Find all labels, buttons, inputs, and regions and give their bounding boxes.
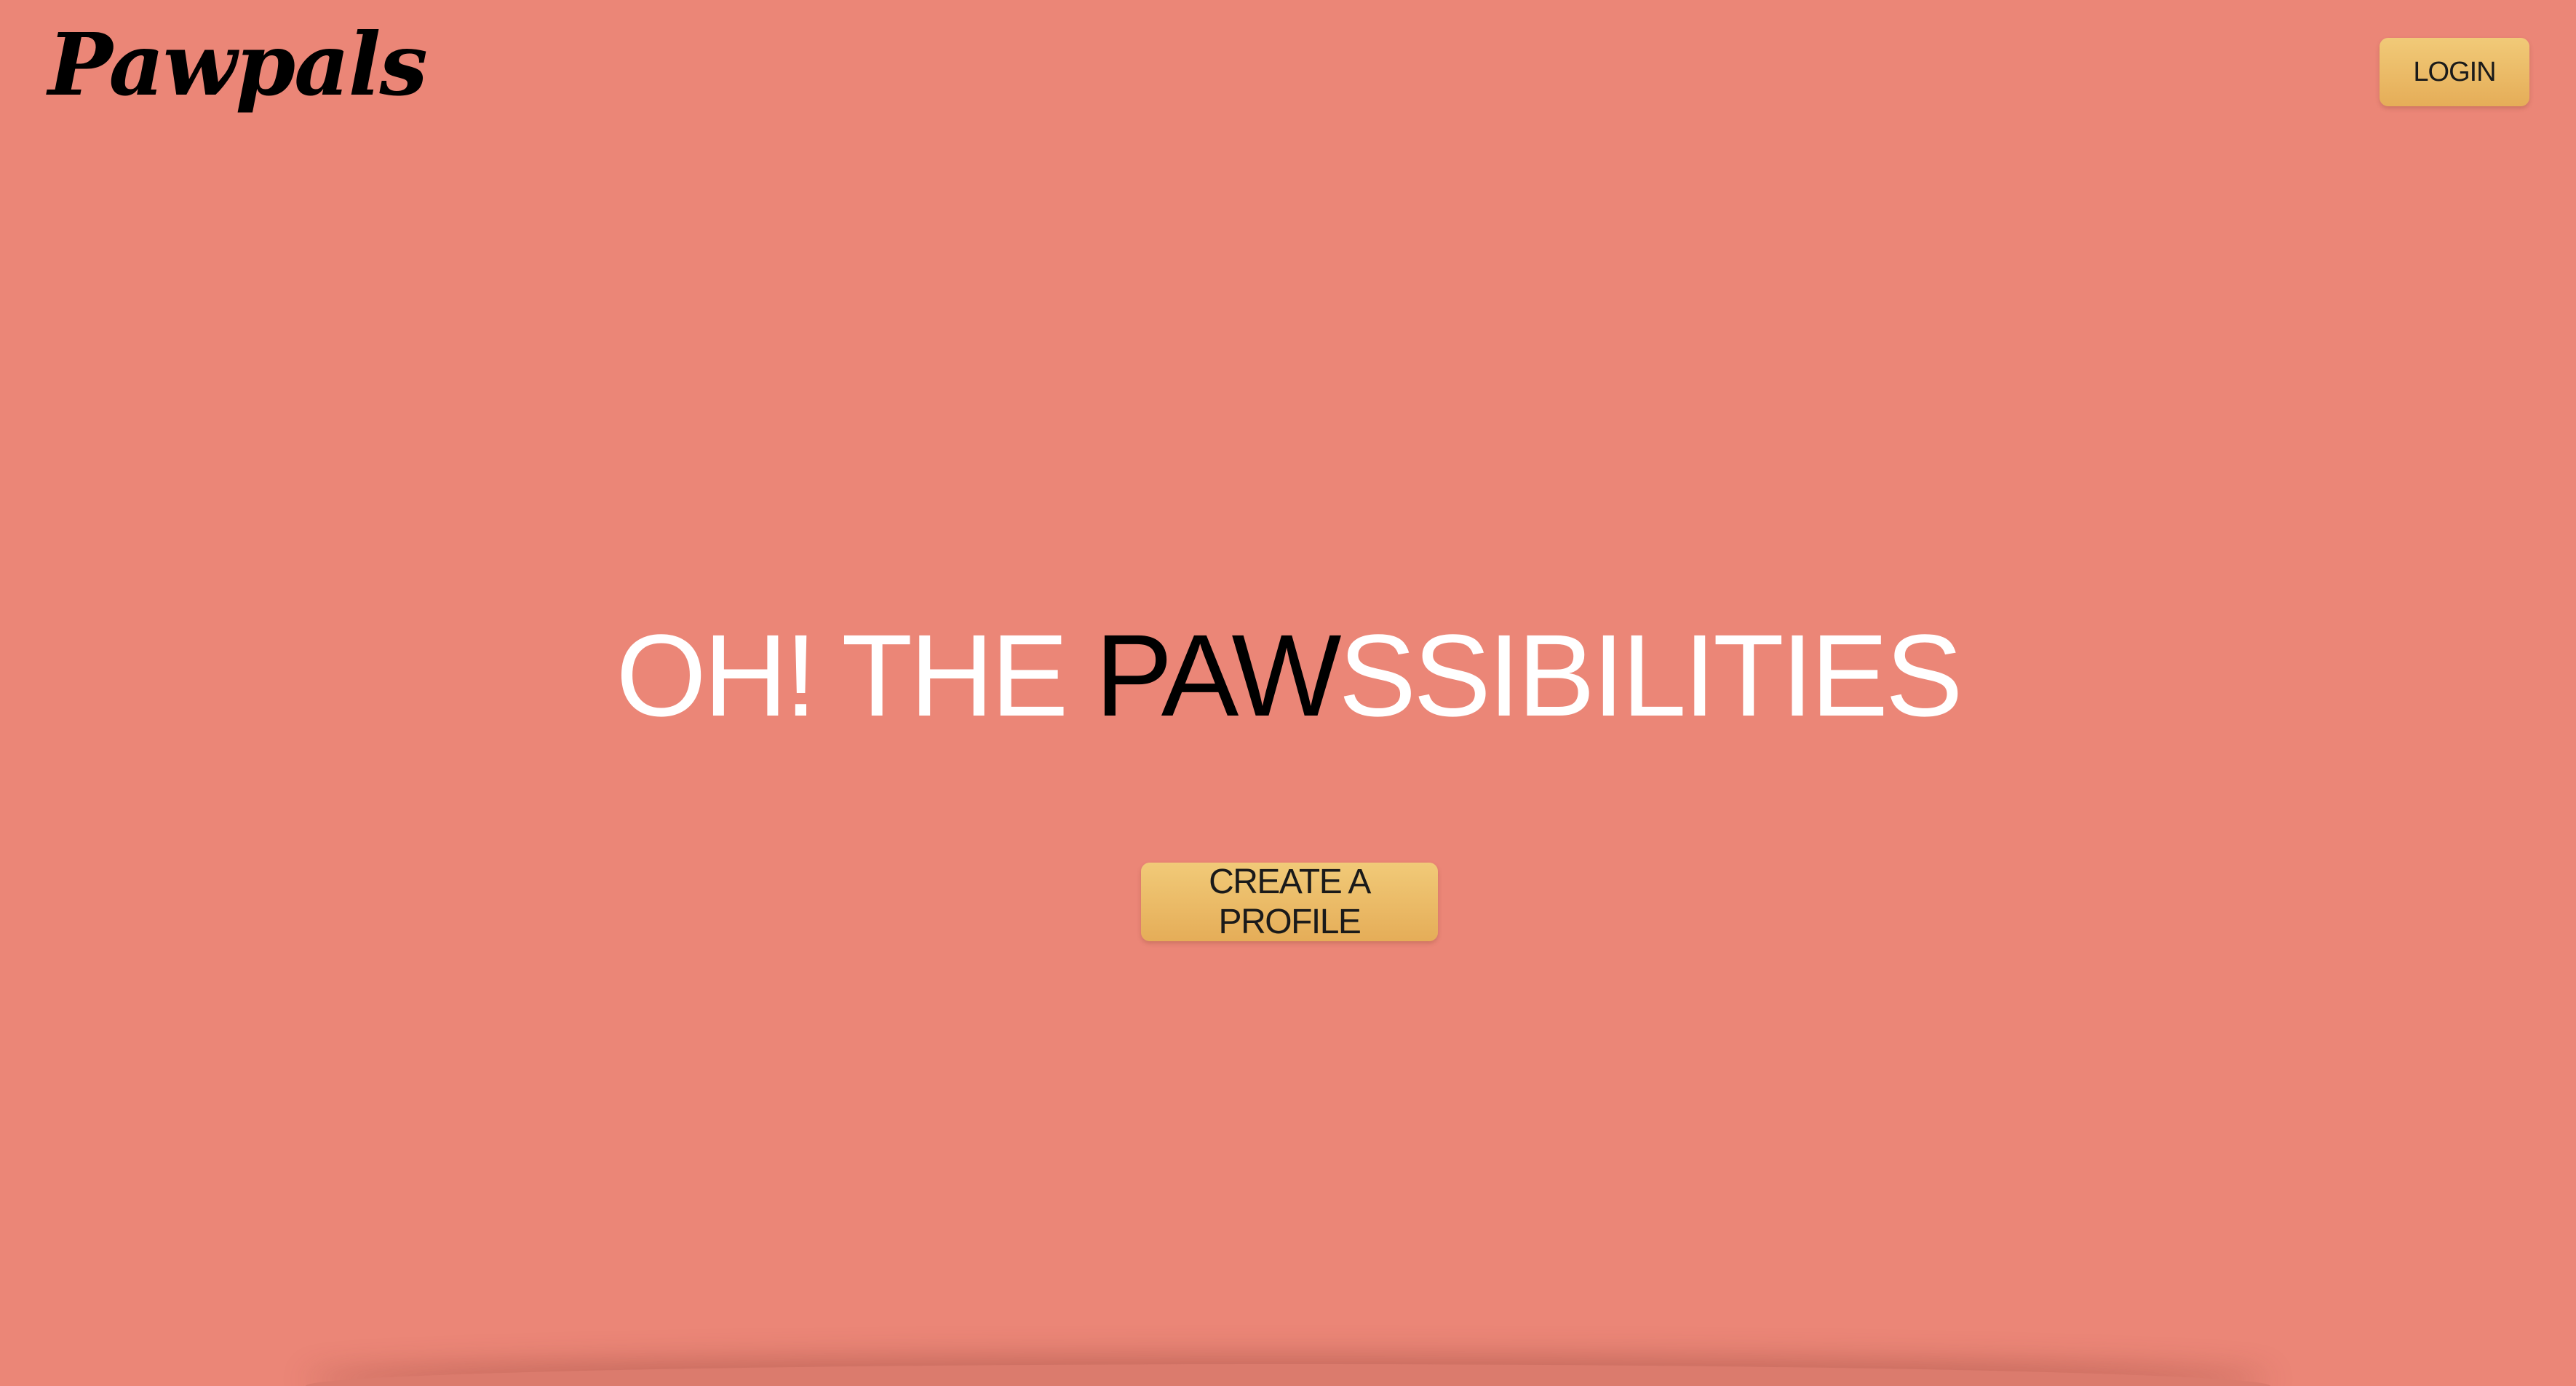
hero-headline: OH! THE PAWSSIBILITIES: [0, 617, 2576, 734]
create-profile-button[interactable]: CREATE A PROFILE: [1141, 863, 1438, 941]
headline-highlight: PAW: [1094, 610, 1342, 740]
login-button[interactable]: LOGIN: [2380, 38, 2529, 106]
pawpals-logo[interactable]: Pawpals: [48, 22, 428, 108]
headline-prefix: OH! THE: [616, 610, 1095, 740]
bottom-shadow-decoration: [306, 1364, 2270, 1386]
headline-suffix: SSIBILITIES: [1338, 610, 1963, 740]
